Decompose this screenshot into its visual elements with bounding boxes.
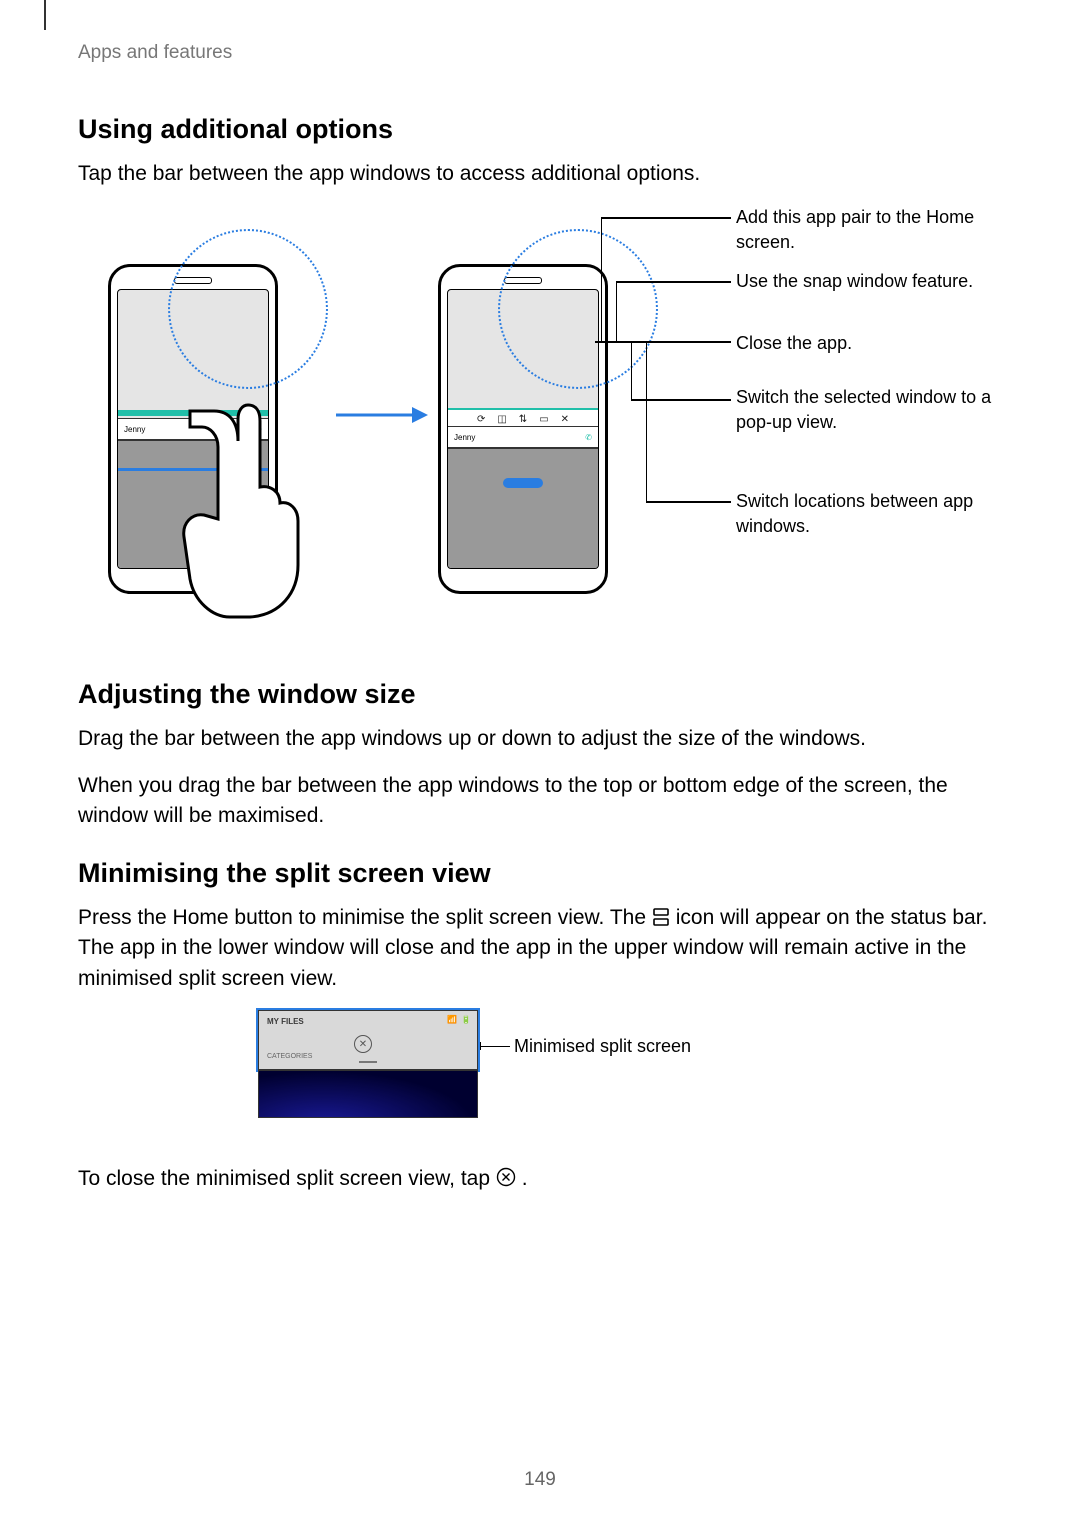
- lead-line: [601, 341, 731, 342]
- text-fragment: .: [522, 1167, 528, 1190]
- lead-line: [646, 341, 647, 501]
- lead-line: [646, 501, 731, 502]
- mini-app-sub: CATEGORIES: [267, 1053, 312, 1060]
- mini-bottom-half: [258, 1070, 478, 1118]
- mini-top-half: MY FILES CATEGORIES ✕ 📶 🔋: [258, 1010, 478, 1070]
- lead-line: [601, 217, 731, 218]
- lead-tick: [640, 341, 646, 342]
- page: Apps and features Using additional optio…: [0, 0, 1080, 1527]
- text-fragment: To close the minimised split screen view…: [78, 1167, 496, 1190]
- callout-minimised: Minimised split screen: [514, 1036, 691, 1057]
- lead-line: [480, 1046, 510, 1047]
- hand-pointer-icon: [178, 387, 308, 627]
- switch-icon: ⇅: [519, 414, 527, 425]
- callout-close-app: Close the app.: [736, 331, 852, 355]
- popup-icon: ▭: [539, 414, 548, 425]
- paragraph: When you drag the bar between the app wi…: [78, 771, 1002, 832]
- battery-icon: 🔋: [461, 1015, 471, 1024]
- appair-icon: ⟳: [477, 414, 485, 425]
- callout-add-pair: Add this app pair to the Home screen.: [736, 205, 1006, 254]
- heading-using-additional-options: Using additional options: [78, 114, 1002, 145]
- contact-row: Jenny ✆: [448, 426, 598, 448]
- heading-adjusting-window-size: Adjusting the window size: [78, 679, 1002, 710]
- breadcrumb: Apps and features: [78, 42, 1002, 64]
- paragraph: Press the Home button to minimise the sp…: [78, 903, 1002, 994]
- callout-snap-window: Use the snap window feature.: [736, 269, 973, 293]
- heading-minimising-split: Minimising the split screen view: [78, 858, 1002, 889]
- contact-name: Jenny: [454, 433, 475, 442]
- paragraph: Drag the bar between the app windows up …: [78, 724, 1002, 754]
- phone-icon: ✆: [585, 433, 592, 442]
- mini-status-icons: 📶 🔋: [447, 1015, 471, 1024]
- lead-line: [616, 281, 731, 282]
- callout-switch-loc: Switch locations between app windows.: [736, 489, 1006, 538]
- figure-split-options: Jenny ✆ ⟳ ◫ ⇅ ▭: [98, 209, 1018, 639]
- mini-close-icon: ✕: [354, 1035, 372, 1053]
- split-handle: [503, 478, 543, 488]
- lower-app-area: [448, 448, 598, 568]
- paragraph: Tap the bar between the app windows to a…: [78, 159, 1002, 189]
- lead-tick: [625, 341, 631, 342]
- lead-tick: [595, 341, 601, 342]
- mini-illustration: MY FILES CATEGORIES ✕ 📶 🔋 Minimised spli…: [258, 1010, 818, 1140]
- lead-line: [631, 341, 632, 399]
- close-icon: ✕: [561, 414, 569, 425]
- figure-minimised-split: MY FILES CATEGORIES ✕ 📶 🔋 Minimised spli…: [78, 1010, 998, 1140]
- lead-tick: [610, 341, 616, 342]
- page-number: 149: [0, 1469, 1080, 1491]
- magnifier-right: [498, 229, 658, 389]
- wifi-icon: 📶: [447, 1015, 457, 1024]
- callout-popup-view: Switch the selected window to a pop-up v…: [736, 385, 1006, 434]
- lead-line: [601, 217, 602, 341]
- split-screen-icon: [652, 908, 670, 926]
- mini-handle: [359, 1061, 377, 1063]
- contact-name: Jenny: [124, 425, 145, 434]
- text-fragment: Press the Home button to minimise the sp…: [78, 906, 652, 929]
- close-circle-icon: [496, 1167, 516, 1187]
- paragraph: To close the minimised split screen view…: [78, 1164, 1002, 1194]
- decorative-rule: [44, 0, 46, 30]
- mini-app-title: MY FILES: [267, 1017, 304, 1026]
- lead-line: [616, 281, 617, 341]
- magnifier-left: [168, 229, 328, 389]
- snap-icon: ◫: [497, 414, 506, 425]
